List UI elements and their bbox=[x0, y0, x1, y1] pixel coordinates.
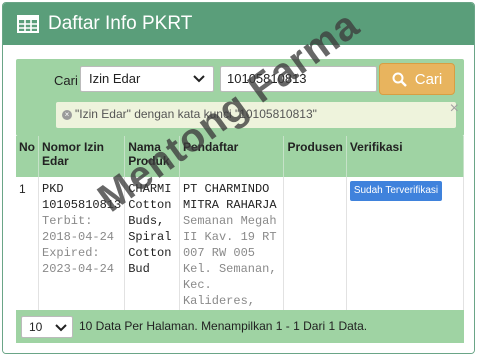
chevron-down-icon bbox=[55, 324, 67, 332]
row-terbit: Terbit: 2018-04-24 bbox=[42, 214, 115, 244]
row-verifikasi-cell: Sudah Terverifikasi bbox=[346, 177, 465, 330]
search-form: Cari Izin Edar 10105810813 Cari × "Izin E… bbox=[16, 59, 464, 136]
search-button-label: Cari bbox=[414, 70, 443, 88]
col-nomor-izin-edar: Nomor Izin Edar bbox=[38, 136, 126, 177]
search-button[interactable]: Cari bbox=[379, 63, 455, 95]
keyword-input[interactable]: 10105810813 bbox=[220, 66, 377, 92]
col-pendaftar: Pendaftar bbox=[179, 136, 285, 177]
row-pendaftar-address: Semanan Megah II Kav. 19 RT 007 RW 005 K… bbox=[182, 214, 277, 324]
chevron-down-icon bbox=[193, 75, 205, 83]
col-verifikasi: Verifikasi bbox=[346, 136, 465, 177]
table-row: 1 PKD 10105810813 Terbit: 2018-04-24 Exp… bbox=[16, 177, 465, 330]
pagination-bar: 10 10 Data Per Halaman. Menampilkan 1 - … bbox=[16, 310, 464, 343]
col-nama-produk: Nama Produk bbox=[124, 136, 180, 177]
verification-badge: Sudah Terverifikasi bbox=[349, 181, 443, 201]
panel-header: Daftar Info PKRT bbox=[3, 3, 474, 45]
per-page-value: 10 bbox=[29, 320, 43, 334]
row-expired: Expired: 2023-04-24 bbox=[42, 246, 115, 276]
col-no: No bbox=[16, 136, 39, 177]
row-produsen bbox=[283, 177, 347, 330]
pkrt-panel: Daftar Info PKRT Cari Izin Edar 10105810… bbox=[2, 2, 475, 354]
table-header-row: No Nomor Izin Edar Nama Produk Pendaftar… bbox=[16, 136, 465, 177]
page-title: Daftar Info PKRT bbox=[48, 13, 193, 34]
per-page-select[interactable]: 10 bbox=[21, 316, 73, 338]
search-label: Cari bbox=[54, 73, 78, 88]
active-filter: × "Izin Edar" dengan kata kunci "10105810… bbox=[56, 102, 456, 128]
row-pendaftar-name: PT CHARMINDO MITRA RAHARJA bbox=[182, 182, 277, 212]
search-type-select[interactable]: Izin Edar bbox=[80, 66, 214, 92]
row-no: 1 bbox=[16, 177, 39, 330]
row-nie-cell: PKD 10105810813 Terbit: 2018-04-24 Expir… bbox=[38, 177, 126, 330]
panel-body: Cari Izin Edar 10105810813 Cari × "Izin E… bbox=[3, 45, 474, 353]
close-filter-button[interactable]: × bbox=[450, 100, 459, 118]
search-type-value: Izin Edar bbox=[89, 71, 141, 86]
row-nie: PKD 10105810813 bbox=[42, 182, 122, 212]
row-produk: CHARMI Cotton Buds, Spiral Cotton Bud bbox=[124, 177, 180, 330]
table-icon bbox=[17, 15, 39, 33]
row-pendaftar-cell: PT CHARMINDO MITRA RAHARJA Semanan Megah… bbox=[179, 177, 285, 330]
active-filter-text: "Izin Edar" dengan kata kunci "101058108… bbox=[75, 107, 317, 121]
pagination-info: 10 Data Per Halaman. Menampilkan 1 - 1 D… bbox=[79, 319, 368, 333]
search-icon bbox=[392, 72, 407, 87]
col-produsen: Produsen bbox=[283, 136, 347, 177]
results-table: No Nomor Izin Edar Nama Produk Pendaftar… bbox=[16, 136, 465, 330]
remove-filter-icon[interactable]: × bbox=[62, 109, 72, 120]
